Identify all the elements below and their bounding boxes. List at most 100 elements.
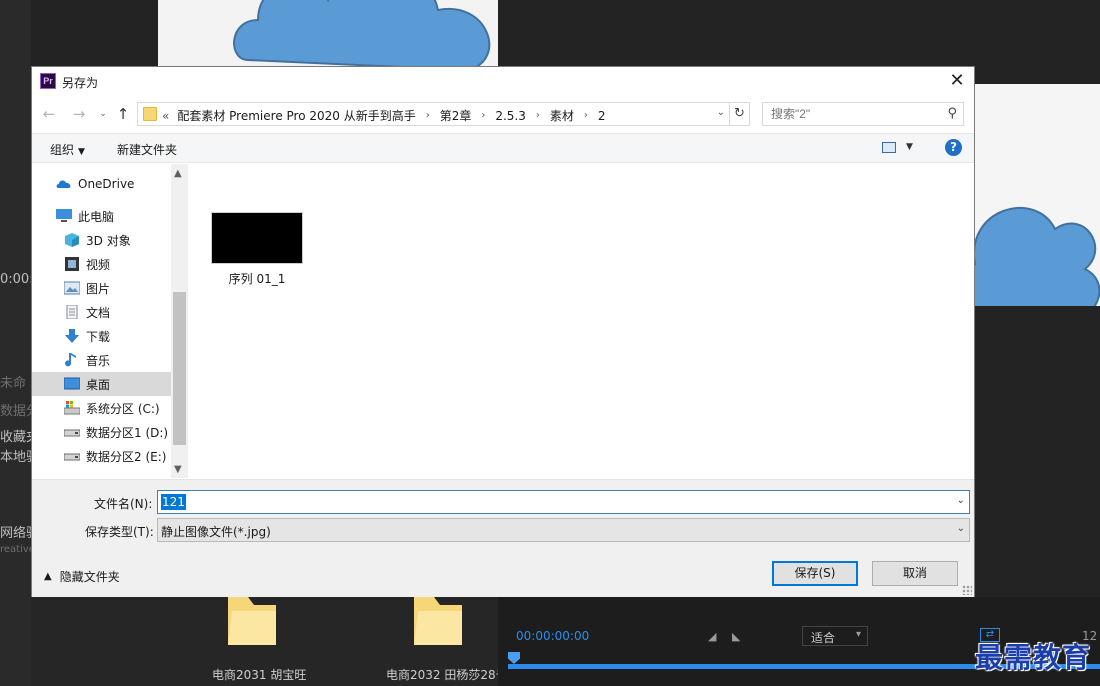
sidebar-item-downloads[interactable]: 下载 <box>32 324 171 348</box>
save-as-dialog: Pr 另存为 ✕ ← → ⌄ ↑ « 配套素材 Premiere Pro 202… <box>31 66 975 597</box>
desktop-icon <box>64 377 80 390</box>
new-folder-button[interactable]: 新建文件夹 <box>117 141 177 158</box>
chevron-down-icon[interactable]: ▼ <box>906 142 913 152</box>
filetype-select[interactable]: 静止图像文件(*.jpg) ⌄ <box>157 518 970 542</box>
organize-label: 组织 <box>50 143 75 157</box>
sidebar-item-label: 3D 对象 <box>86 233 131 248</box>
cancel-button[interactable]: 取消 <box>872 561 958 586</box>
fit-dropdown[interactable]: 适合 ▾ <box>802 626 868 646</box>
chevron-right-icon[interactable]: › <box>536 110 540 121</box>
system-drive-icon <box>64 401 80 415</box>
mark-in-icon[interactable]: ◢ <box>708 630 716 643</box>
filename-input[interactable]: 121 ⌄ <box>157 490 970 514</box>
cube-icon <box>65 233 79 247</box>
file-thumbnail <box>211 212 303 264</box>
source-monitor-preview <box>975 84 1100 306</box>
chevron-right-icon[interactable]: › <box>481 110 485 121</box>
sidebar-item-desktop[interactable]: 桌面 <box>32 372 171 396</box>
dialog-title: 另存为 <box>62 76 99 90</box>
sidebar-item-this-pc[interactable]: 此电脑 <box>32 204 171 228</box>
search-icon[interactable]: ⚲ <box>947 106 957 121</box>
refresh-icon[interactable]: ↻ <box>730 102 750 126</box>
breadcrumb-item[interactable]: 配套素材 Premiere Pro 2020 从新手到高手 <box>177 107 415 124</box>
scrollbar-thumb[interactable] <box>173 292 186 445</box>
breadcrumb: « 配套素材 Premiere Pro 2020 从新手到高手 › 第2章 › … <box>162 107 606 124</box>
history-chevron-icon[interactable]: ⌄ <box>94 103 112 125</box>
search-input[interactable] <box>763 103 963 125</box>
cloud-icon <box>56 180 71 188</box>
sidebar-item-onedrive[interactable]: OneDrive <box>32 172 171 196</box>
bg-folder-label-2[interactable]: 电商2032 田杨莎28号 <box>386 666 498 683</box>
sidebar-item-label: 下载 <box>86 329 111 344</box>
music-icon <box>65 353 76 367</box>
navigation-pane: OneDrive 此电脑 3D 对象 视频 图片 文档 下载 音乐 桌面 系统分… <box>32 164 188 478</box>
drive-icon <box>64 429 80 437</box>
premiere-app-icon: Pr <box>40 73 56 89</box>
organize-button[interactable]: 组织 ▼ <box>50 141 85 158</box>
folder-icon <box>414 597 462 645</box>
resize-grip-icon[interactable] <box>962 585 972 595</box>
back-arrow-icon[interactable]: ← <box>40 103 58 125</box>
sidebar-item-label: 数据分区2 (E:) <box>86 449 167 464</box>
chevron-down-icon: ▼ <box>78 147 85 157</box>
project-panel-strip <box>0 0 31 686</box>
search-box[interactable]: ⚲ <box>762 102 964 126</box>
chevron-down-icon: ⌄ <box>956 523 965 534</box>
breadcrumb-overflow[interactable]: « <box>162 109 169 123</box>
address-row: ← → ⌄ ↑ « 配套素材 Premiere Pro 2020 从新手到高手 … <box>32 99 974 129</box>
chevron-down-icon[interactable]: ⌄ <box>957 495 965 506</box>
file-list-pane: 序列 01_1 <box>189 164 974 478</box>
scroll-down-icon[interactable]: ▼ <box>174 464 182 475</box>
close-icon[interactable]: ✕ <box>940 67 974 95</box>
sidebar-item-label: 音乐 <box>86 353 111 368</box>
sidebar-item-label: 系统分区 (C:) <box>86 401 160 416</box>
chevron-up-icon: ▲ <box>44 571 52 582</box>
sidebar-item-videos[interactable]: 视频 <box>32 252 171 276</box>
forward-arrow-icon[interactable]: → <box>70 103 88 125</box>
file-name: 序列 01_1 <box>228 272 286 286</box>
navigation-scrollbar[interactable]: ▲ ▼ <box>171 164 188 478</box>
sidebar-item-drive-e[interactable]: 数据分区2 (E:) <box>32 444 171 468</box>
bg-creative-label: reative <box>0 544 35 555</box>
hide-folders-toggle[interactable]: ▲ 隐藏文件夹 <box>44 568 120 585</box>
timeline-timecode[interactable]: 00:00:00:00 <box>516 629 589 643</box>
scroll-up-icon[interactable]: ▲ <box>174 168 182 179</box>
save-form-area: 文件名(N): 121 ⌄ 保存类型(T): 静止图像文件(*.jpg) ⌄ ▲… <box>32 479 974 597</box>
chevron-down-icon[interactable]: ⌄ <box>717 107 725 118</box>
sidebar-item-label: 文档 <box>86 305 111 320</box>
breadcrumb-item[interactable]: 2.5.3 <box>495 109 526 123</box>
document-icon <box>66 305 78 319</box>
filetype-value: 静止图像文件(*.jpg) <box>161 525 271 539</box>
drive-icon <box>64 453 80 461</box>
help-icon[interactable]: ? <box>945 139 962 156</box>
folder-icon <box>143 107 157 121</box>
pictures-icon <box>64 281 80 295</box>
sidebar-item-drive-d[interactable]: 数据分区1 (D:) <box>32 420 171 444</box>
breadcrumb-item[interactable]: 2 <box>598 109 606 123</box>
save-button[interactable]: 保存(S) <box>772 561 858 586</box>
breadcrumb-item[interactable]: 素材 <box>550 107 574 124</box>
file-item[interactable]: 序列 01_1 <box>211 212 303 287</box>
chevron-right-icon[interactable]: › <box>584 110 588 121</box>
view-mode-icon[interactable] <box>882 142 896 153</box>
address-bar[interactable]: « 配套素材 Premiere Pro 2020 从新手到高手 › 第2章 › … <box>137 102 730 126</box>
breadcrumb-item[interactable]: 第2章 <box>440 107 472 124</box>
sidebar-item-drive-c[interactable]: 系统分区 (C:) <box>32 396 171 420</box>
chevron-down-icon: ▾ <box>855 629 861 640</box>
sidebar-item-documents[interactable]: 文档 <box>32 300 171 324</box>
sidebar-item-pictures[interactable]: 图片 <box>32 276 171 300</box>
filename-value[interactable]: 121 <box>161 494 186 510</box>
mark-out-icon[interactable]: ◣ <box>732 630 740 643</box>
up-arrow-icon[interactable]: ↑ <box>114 103 132 125</box>
download-icon <box>65 329 79 343</box>
chevron-right-icon[interactable]: › <box>426 110 430 121</box>
sidebar-item-3d-objects[interactable]: 3D 对象 <box>32 228 171 252</box>
bg-folder-label-1[interactable]: 电商2031 胡宝旺 <box>212 666 306 683</box>
command-toolbar: 组织 ▼ 新建文件夹 ▼ ? <box>32 133 974 163</box>
computer-icon <box>56 209 72 222</box>
dialog-titlebar[interactable]: Pr 另存为 ✕ <box>32 67 974 97</box>
cloud-shape-right <box>975 206 1100 306</box>
bg-untitled-label: 未命 <box>0 376 27 391</box>
sidebar-item-label: 图片 <box>86 281 111 296</box>
sidebar-item-music[interactable]: 音乐 <box>32 348 171 372</box>
